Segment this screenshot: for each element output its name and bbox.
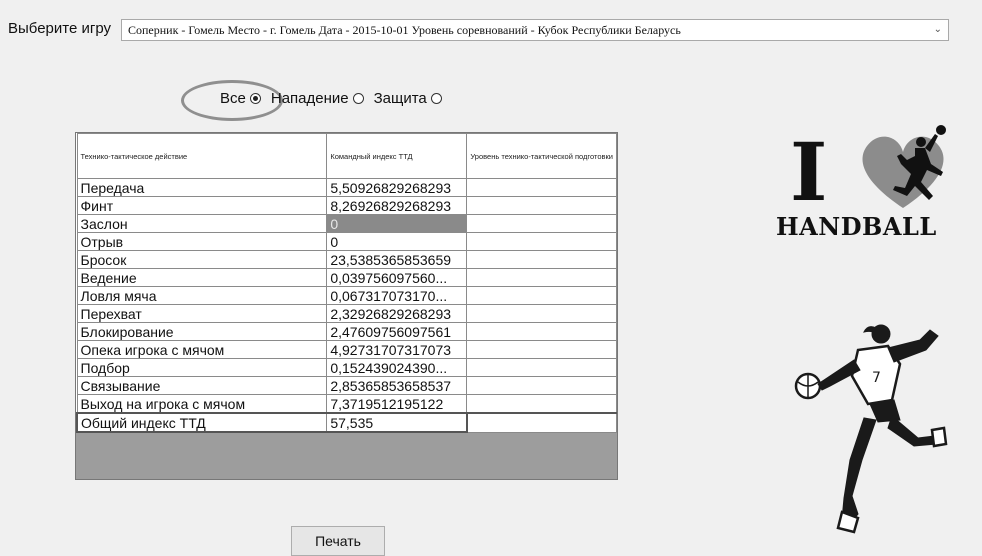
cell-level[interactable]: [466, 286, 617, 305]
cell-index[interactable]: 0,067317073170...: [326, 286, 468, 305]
total-label[interactable]: Общий индекс ТТД: [76, 412, 328, 433]
table-row[interactable]: Перехват 2,32926829268293: [76, 304, 617, 323]
cell-index[interactable]: 0,039756097560...: [326, 268, 468, 287]
cell-index[interactable]: 4,92731707317073: [326, 340, 468, 359]
cell-action[interactable]: Выход на игрока с мячом: [76, 394, 328, 414]
table-row[interactable]: Финт 8,26926829268293: [76, 196, 617, 215]
cell-level[interactable]: [466, 394, 617, 414]
column-header-index[interactable]: Командный индекс ТТД: [326, 133, 468, 179]
radio-label-defense: Защита: [373, 90, 427, 107]
radio-attack[interactable]: [352, 93, 364, 104]
cell-index[interactable]: 2,32926829268293: [326, 304, 468, 323]
handball-player-illustration: 7: [794, 324, 948, 534]
cell-level[interactable]: [466, 196, 617, 215]
table-row[interactable]: Бросок 23,5385365853659: [76, 250, 617, 269]
chevron-down-icon[interactable]: ⌄: [934, 20, 942, 40]
cell-index[interactable]: 5,50926829268293: [326, 178, 468, 197]
cell-level[interactable]: [466, 250, 617, 269]
cell-index[interactable]: 2,85365853658537: [326, 376, 468, 395]
game-select-value: Соперник - Гомель Место - г. Гомель Дата…: [128, 23, 681, 37]
cell-action[interactable]: Ведение: [76, 268, 328, 287]
logo-letter-i: I: [790, 125, 827, 219]
table-total-row[interactable]: Общий индекс ТТД 57,535: [76, 412, 617, 433]
cell-index-selected[interactable]: 0: [326, 214, 468, 233]
game-select[interactable]: Соперник - Гомель Место - г. Гомель Дата…: [121, 19, 949, 41]
cell-level[interactable]: [466, 268, 617, 287]
table-row[interactable]: Передача 5,50926829268293: [76, 178, 617, 197]
table-row[interactable]: Отрыв 0: [76, 232, 617, 251]
table-row[interactable]: Подбор 0,152439024390...: [76, 358, 617, 377]
cell-action[interactable]: Связывание: [76, 376, 328, 395]
cell-level[interactable]: [466, 322, 617, 341]
cell-action[interactable]: Подбор: [76, 358, 328, 377]
ttd-table: Технико-тактическое действие Командный и…: [76, 133, 617, 433]
table-row[interactable]: Ведение 0,039756097560...: [76, 268, 617, 287]
cell-level[interactable]: [466, 304, 617, 323]
table-header-row: Технико-тактическое действие Командный и…: [76, 133, 617, 179]
cell-level[interactable]: [466, 340, 617, 359]
print-button[interactable]: Печать: [291, 526, 385, 556]
total-value[interactable]: 57,535: [326, 412, 468, 433]
cell-action[interactable]: Отрыв: [76, 232, 328, 251]
logo-text: HANDBALL: [776, 212, 937, 241]
column-header-level[interactable]: Уровень технико-тактической подготовки: [466, 133, 617, 179]
table-row[interactable]: Связывание 2,85365853658537: [76, 376, 617, 395]
table-row[interactable]: Блокирование 2,47609756097561: [76, 322, 617, 341]
cell-index[interactable]: 0,152439024390...: [326, 358, 468, 377]
cell-action[interactable]: Блокирование: [76, 322, 328, 341]
ttd-data-grid[interactable]: Технико-тактическое действие Командный и…: [75, 132, 618, 480]
filter-radio-group: Все Нападение Защита: [220, 90, 446, 107]
table-row[interactable]: Опека игрока с мячом 4,92731707317073: [76, 340, 617, 359]
cell-level[interactable]: [466, 376, 617, 395]
cell-level[interactable]: [466, 358, 617, 377]
radio-defense[interactable]: [430, 93, 442, 104]
table-row[interactable]: Ловля мяча 0,067317073170...: [76, 286, 617, 305]
svg-text:7: 7: [872, 370, 881, 386]
cell-index[interactable]: 23,5385365853659: [326, 250, 468, 269]
cell-action[interactable]: Ловля мяча: [76, 286, 328, 305]
cell-index[interactable]: 7,3719512195122: [326, 394, 468, 414]
cell-index[interactable]: 2,47609756097561: [326, 322, 468, 341]
cell-level[interactable]: [466, 178, 617, 197]
cell-action[interactable]: Бросок: [76, 250, 328, 269]
game-select-label: Выберите игру: [8, 20, 112, 37]
table-row[interactable]: Заслон 0: [76, 214, 617, 233]
radio-label-attack: Нападение: [270, 90, 349, 107]
radio-all[interactable]: [249, 93, 261, 104]
cell-level[interactable]: [466, 214, 617, 233]
cell-action[interactable]: Финт: [76, 196, 328, 215]
cell-action[interactable]: Опека игрока с мячом: [76, 340, 328, 359]
cell-action[interactable]: Заслон: [76, 214, 328, 233]
radio-label-all: Все: [220, 90, 246, 107]
cell-action[interactable]: Передача: [76, 178, 328, 197]
cell-index[interactable]: 8,26926829268293: [326, 196, 468, 215]
cell-index[interactable]: 0: [326, 232, 468, 251]
column-header-action[interactable]: Технико-тактическое действие: [76, 133, 328, 179]
cell-action[interactable]: Перехват: [76, 304, 328, 323]
table-row[interactable]: Выход на игрока с мячом 7,3719512195122: [76, 394, 617, 414]
cell-level[interactable]: [466, 232, 617, 251]
total-empty-cell[interactable]: [465, 412, 617, 433]
